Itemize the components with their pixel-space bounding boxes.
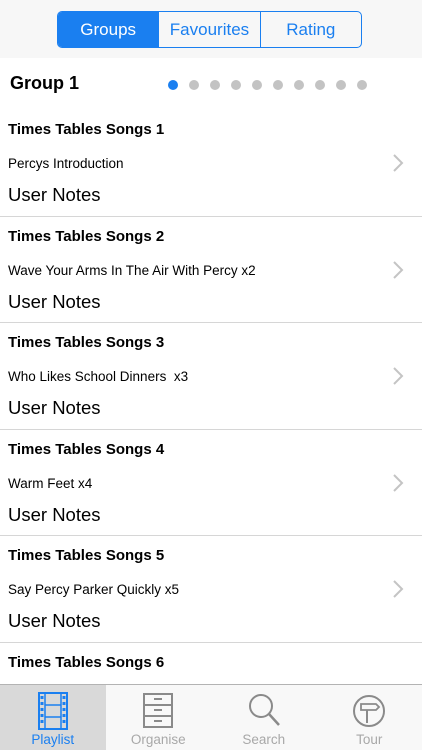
item-title: Times Tables Songs 3	[8, 334, 165, 351]
chevron-right-icon	[393, 367, 404, 385]
tab-playlist[interactable]: Playlist	[0, 685, 106, 750]
list-item[interactable]: Times Tables Songs 2 Wave Your Arms In T…	[0, 217, 422, 323]
page-dot[interactable]	[294, 80, 304, 90]
item-notes: User Notes	[8, 397, 101, 418]
item-notes: User Notes	[8, 290, 101, 312]
chevron-right-icon	[393, 154, 404, 172]
item-title: Times Tables Songs 6	[8, 653, 165, 671]
item-notes: User Notes	[8, 610, 101, 631]
tab-label: Playlist	[31, 732, 75, 747]
item-subtitle: Who Likes School Dinners x3	[8, 369, 189, 384]
segmented-control: Groups Favourites Rating	[57, 11, 362, 48]
page-indicator[interactable]	[168, 80, 367, 90]
item-title: Times Tables Songs 1	[8, 121, 165, 138]
page-dot[interactable]	[336, 80, 346, 90]
group-header: Group 1	[0, 58, 422, 110]
item-title: Times Tables Songs 2	[8, 227, 165, 245]
chevron-right-icon	[393, 260, 404, 279]
item-subtitle: Wave Your Arms In The Air With Percy x2	[8, 262, 256, 278]
item-notes: User Notes	[8, 184, 101, 205]
cabinet-icon	[143, 693, 174, 728]
segment-bar: Groups Favourites Rating	[0, 0, 422, 58]
page-dot[interactable]	[189, 80, 199, 90]
tab-search[interactable]: Search	[211, 685, 317, 750]
tab-organise[interactable]: Organise	[106, 685, 212, 750]
tab-label: Search	[242, 732, 286, 747]
page-dot[interactable]	[357, 80, 367, 90]
chevron-right-icon	[393, 580, 404, 598]
film-strip-icon	[37, 692, 68, 730]
screen: Groups Favourites Rating Group 1 Times T…	[0, 0, 422, 750]
list-item[interactable]: Times Tables Songs 4 Warm Feet x4 User N…	[0, 430, 422, 536]
page-dot[interactable]	[252, 80, 262, 90]
page-dot[interactable]	[273, 80, 283, 90]
page-dot[interactable]	[168, 80, 178, 90]
item-notes: User Notes	[8, 503, 101, 525]
item-subtitle: Warm Feet x4	[8, 475, 93, 491]
item-subtitle: Say Percy Parker Quickly x5	[8, 582, 180, 597]
page-dot[interactable]	[315, 80, 325, 90]
page-dot[interactable]	[210, 80, 220, 90]
group-title: Group 1	[10, 73, 80, 93]
magnifier-icon	[248, 694, 280, 726]
tab-bar: Playlist Organise Search Tour	[0, 684, 422, 750]
segment-groups[interactable]: Groups	[58, 12, 159, 47]
segment-favourites[interactable]: Favourites	[158, 12, 259, 47]
signpost-icon	[353, 695, 386, 727]
list-item[interactable]: Times Tables Songs 1 Percys Introduction…	[0, 110, 422, 217]
song-list: Times Tables Songs 1 Percys Introduction…	[0, 110, 422, 749]
page-dot[interactable]	[231, 80, 241, 90]
segment-rating[interactable]: Rating	[259, 12, 361, 47]
tab-tour[interactable]: Tour	[317, 685, 422, 750]
item-subtitle: Percys Introduction	[8, 156, 124, 171]
tab-label: Tour	[356, 732, 383, 747]
item-title: Times Tables Songs 4	[8, 440, 165, 458]
chevron-right-icon	[393, 473, 404, 492]
tab-label: Organise	[130, 732, 186, 747]
item-title: Times Tables Songs 5	[8, 547, 165, 564]
list-item[interactable]: Times Tables Songs 3 Who Likes School Di…	[0, 323, 422, 430]
list-item[interactable]: Times Tables Songs 5 Say Percy Parker Qu…	[0, 536, 422, 643]
